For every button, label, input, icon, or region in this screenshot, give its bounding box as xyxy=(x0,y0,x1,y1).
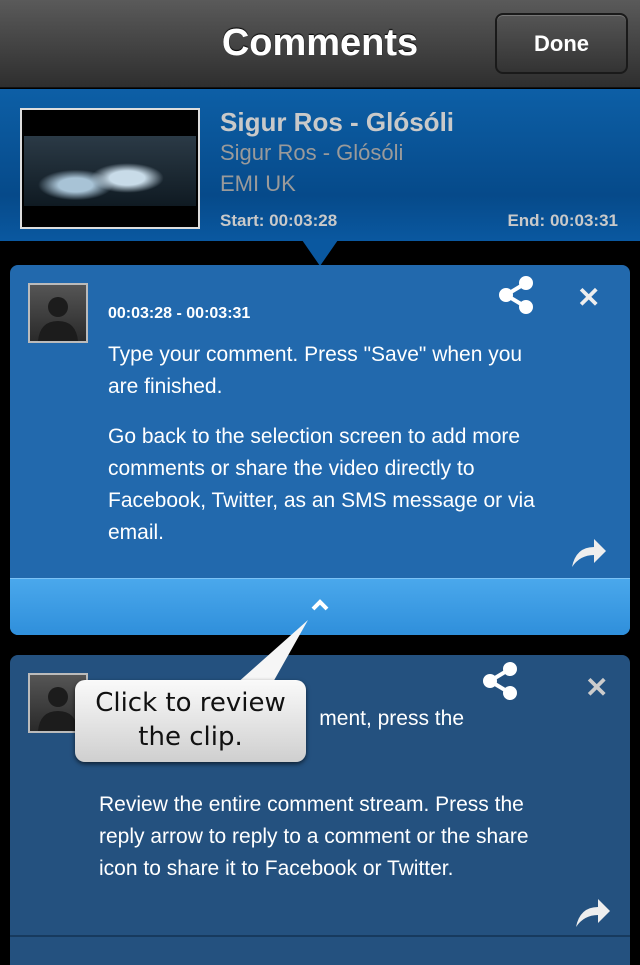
done-button[interactable]: Done xyxy=(495,13,628,74)
comment-text-2[interactable]: Go back to the selection screen to add m… xyxy=(108,421,568,539)
reply-icon[interactable] xyxy=(570,535,608,569)
avatar xyxy=(28,283,88,343)
close-icon[interactable]: ✕ xyxy=(577,281,600,314)
close-icon[interactable]: ✕ xyxy=(585,671,608,704)
reply-icon[interactable] xyxy=(574,895,612,929)
clip-subtitle: Sigur Ros - Glósóli xyxy=(220,140,404,165)
nav-bar: Comments Done xyxy=(0,0,640,88)
tooltip: Click to review the clip. xyxy=(75,680,306,762)
divider xyxy=(10,935,630,937)
clip-label: EMI UK xyxy=(220,171,296,196)
comment-text[interactable]: Review the entire comment stream. Press … xyxy=(99,789,539,885)
clip-info-panel: Sigur Ros - Glósóli Sigur Ros - Glósóli … xyxy=(0,89,640,241)
panel-pointer xyxy=(302,240,338,266)
comment-timestamp: 00:03:28 - 00:03:31 xyxy=(108,305,251,322)
video-thumbnail[interactable] xyxy=(20,108,200,229)
clip-start: Start: 00:03:28 xyxy=(220,211,338,230)
comment-text[interactable]: Type your comment. Press "Save" when you… xyxy=(108,339,558,403)
chevron-up-icon xyxy=(311,599,329,611)
clip-title: Sigur Ros - Glósóli xyxy=(220,107,455,137)
review-clip-bar[interactable] xyxy=(10,578,630,635)
comment-card-active: 00:03:28 - 00:03:31 Type your comment. P… xyxy=(10,265,630,635)
clip-end: End: 00:03:31 xyxy=(507,211,618,230)
share-icon[interactable] xyxy=(496,275,536,315)
share-icon[interactable] xyxy=(480,661,520,701)
